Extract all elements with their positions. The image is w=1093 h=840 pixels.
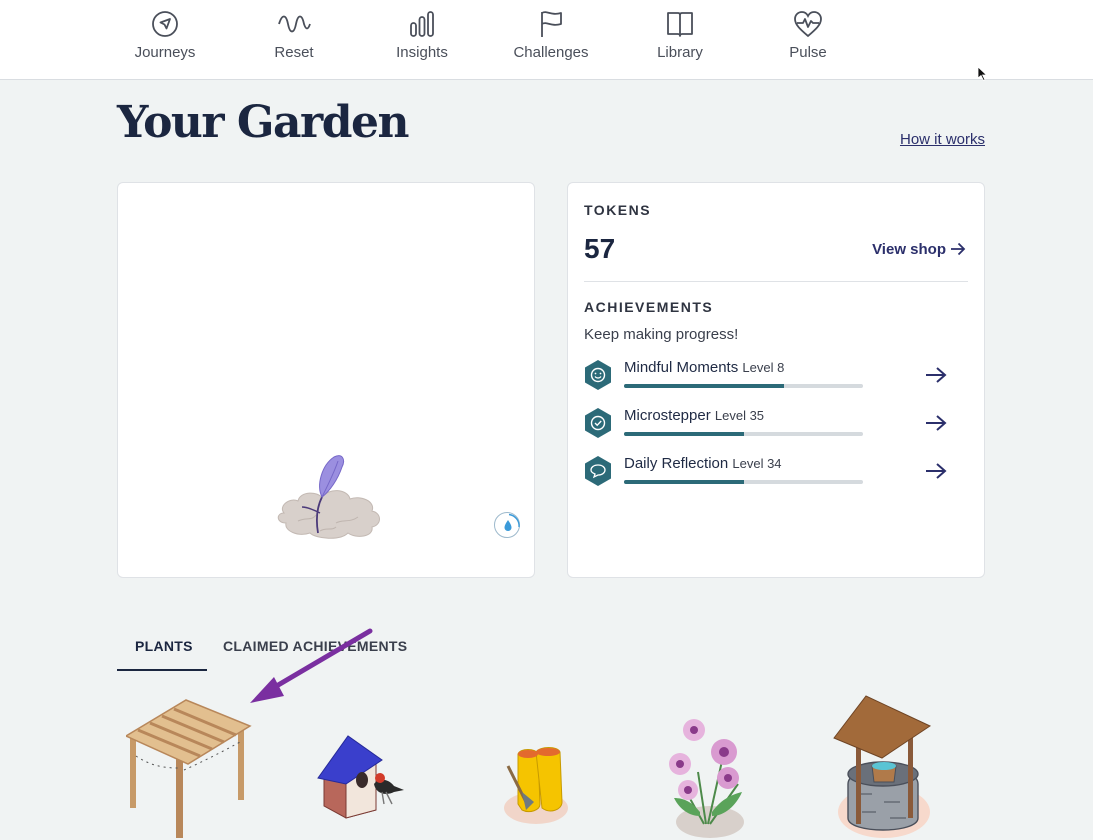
achievement-title: Daily Reflection (624, 455, 729, 472)
achievement-progress-fill (624, 432, 744, 436)
achievement-row-mindful-moments[interactable]: Mindful Moments Level 8 (584, 359, 954, 393)
achievement-progress-fill (624, 480, 744, 484)
flag-icon (541, 11, 562, 37)
achievement-progress-bar (624, 384, 863, 388)
arrow-right-icon[interactable] (924, 462, 948, 480)
achievement-row-microstepper[interactable]: Microstepper Level 35 (584, 407, 954, 441)
achievement-level: Level 34 (732, 456, 782, 471)
achievement-title: Microstepper (624, 407, 711, 424)
achievement-progress-bar (624, 432, 863, 436)
achievement-progress-bar (624, 480, 863, 484)
nav-insights[interactable]: Insights (367, 10, 477, 61)
top-navigation: Journeys Reset Insights Challenges Libra… (0, 0, 1093, 80)
nav-challenges[interactable]: Challenges (496, 10, 606, 61)
wishing-well-icon[interactable] (832, 694, 936, 840)
daisy-plant-icon[interactable] (658, 712, 754, 840)
mouse-cursor-icon (977, 66, 988, 82)
nav-label: Pulse (789, 44, 827, 61)
garden-card (117, 182, 535, 578)
achievement-name: Daily Reflection Level 34 (624, 455, 782, 472)
arrow-right-icon[interactable] (924, 366, 948, 384)
birdhouse-icon[interactable] (316, 734, 408, 820)
divider (584, 281, 968, 282)
rain-boots-icon[interactable] (500, 744, 572, 826)
sprout-plant-icon (277, 455, 380, 539)
achievement-level: Level 8 (742, 360, 785, 375)
wave-icon (278, 15, 311, 33)
check-circle-icon (585, 408, 611, 438)
nav-pulse[interactable]: Pulse (753, 10, 863, 61)
nav-journeys[interactable]: Journeys (110, 10, 220, 61)
achievement-row-daily-reflection[interactable]: Daily Reflection Level 34 (584, 455, 954, 489)
nav-label: Insights (396, 44, 448, 61)
nav-label: Library (657, 44, 703, 61)
achievement-name: Mindful Moments Level 8 (624, 359, 784, 376)
achievements-heading: ACHIEVEMENTS (584, 299, 714, 315)
nav-label: Journeys (134, 44, 196, 61)
achievements-message: Keep making progress! (584, 326, 739, 343)
smile-icon (585, 360, 611, 390)
tab-plants[interactable]: PLANTS (117, 638, 207, 671)
token-count: 57 (584, 233, 616, 264)
water-drop-icon (504, 513, 520, 531)
how-it-works-link[interactable]: How it works (900, 131, 985, 148)
achievement-title: Mindful Moments (624, 359, 739, 376)
nav-reset[interactable]: Reset (239, 10, 349, 61)
compass-icon (152, 11, 178, 37)
annotation-arrow-icon (250, 628, 373, 703)
nav-label: Challenges (513, 44, 589, 61)
achievement-progress-fill (624, 384, 785, 388)
view-shop-link[interactable]: View shop (872, 241, 966, 258)
water-plant-button[interactable] (494, 512, 520, 538)
tokens-achievements-card: TOKENS 57 View shop ACHIEVEMENTS Keep ma… (567, 182, 985, 578)
nav-label: Reset (274, 44, 314, 61)
achievement-level: Level 35 (714, 408, 765, 423)
nav-library[interactable]: Library (625, 10, 735, 61)
arrow-right-icon[interactable] (924, 414, 948, 432)
book-icon (667, 12, 693, 37)
view-shop-label: View shop (872, 241, 946, 258)
page-title: Your Garden (117, 97, 409, 148)
bar-chart-icon (410, 11, 434, 37)
arrow-right-icon (951, 242, 966, 256)
heart-pulse-icon (794, 11, 822, 38)
chat-bubble-icon (585, 456, 611, 486)
pergola-icon[interactable] (126, 696, 252, 840)
achievement-name: Microstepper Level 35 (624, 407, 764, 424)
tokens-heading: TOKENS (584, 202, 652, 218)
